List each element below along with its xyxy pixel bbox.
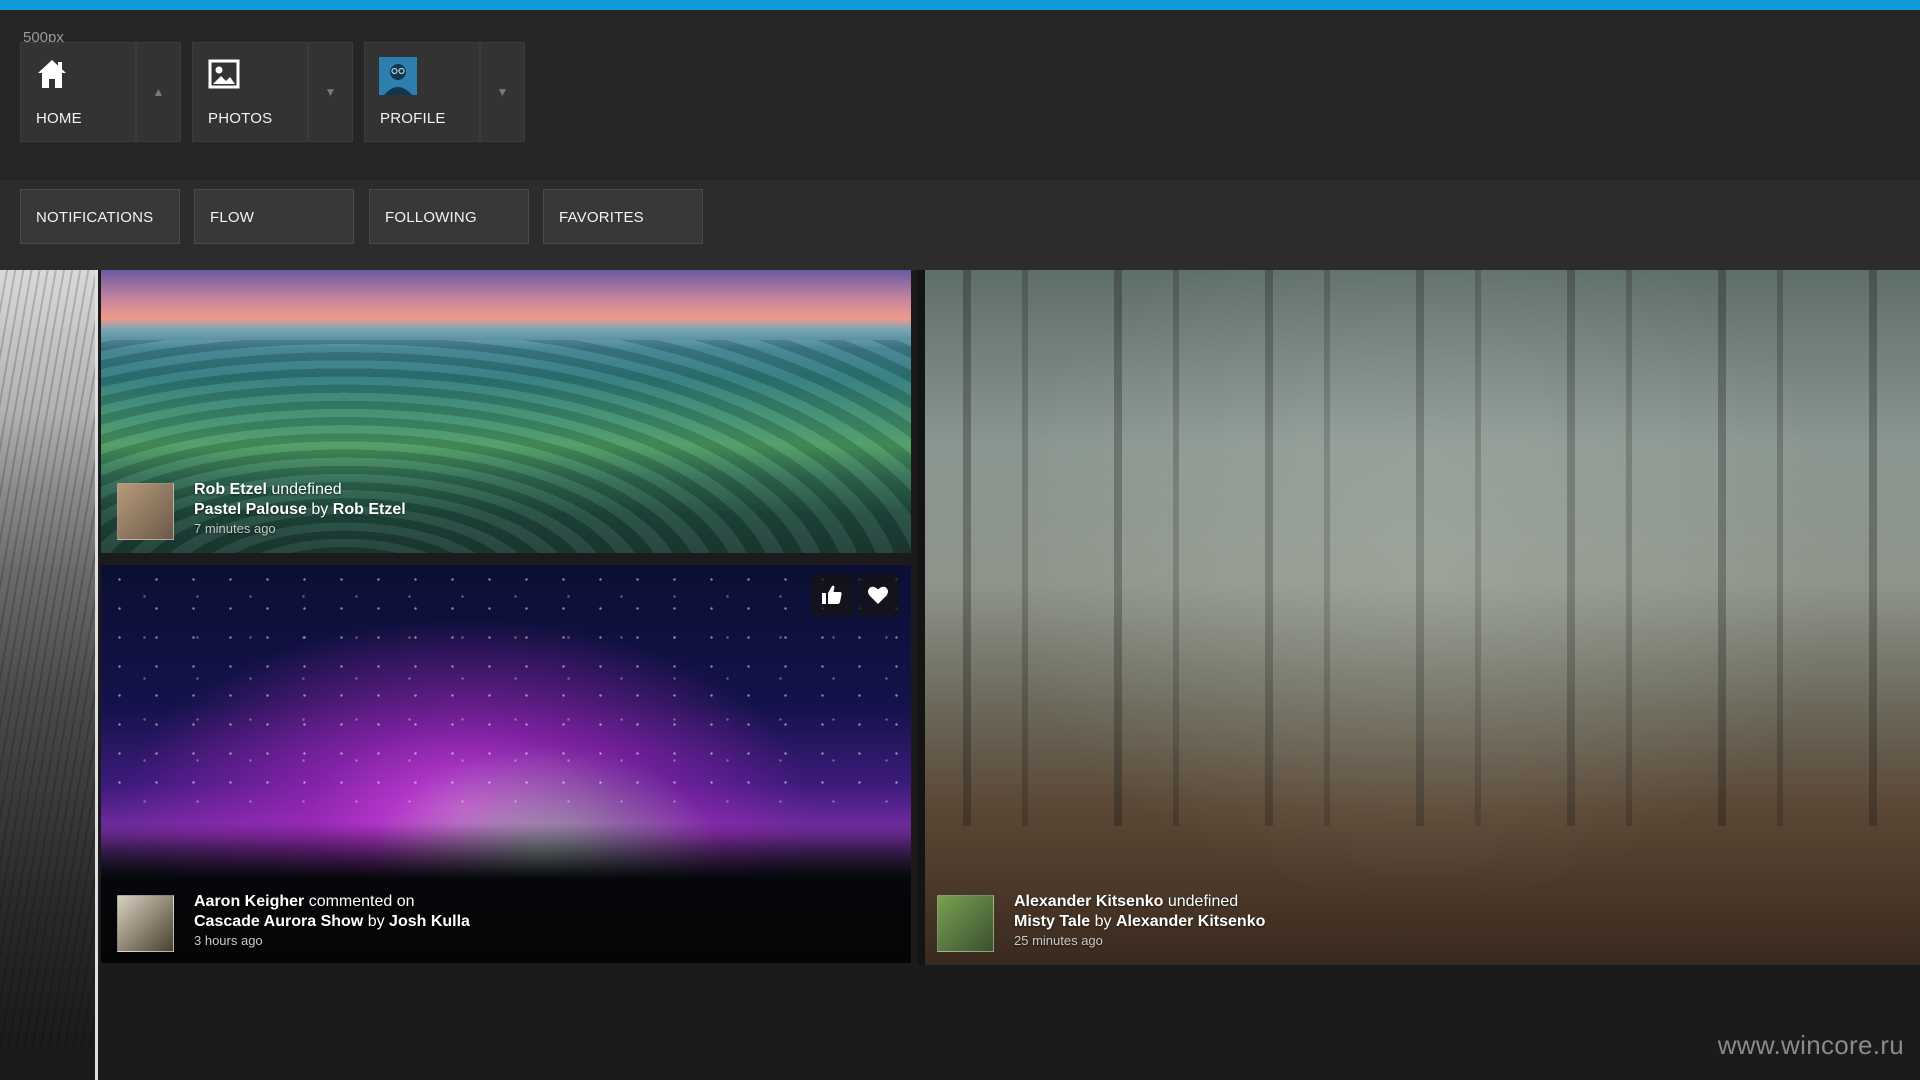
watermark: www.wincore.ru: [1717, 1030, 1904, 1060]
photo-title[interactable]: Cascade Aurora Show: [194, 913, 363, 930]
column-divider: [917, 270, 925, 965]
tab-label: FOLLOWING: [385, 209, 477, 226]
nav-button-home[interactable]: HOME: [20, 42, 136, 142]
nav-button-photos[interactable]: PHOTOS: [192, 42, 308, 142]
timestamp: 25 minutes ago: [1014, 933, 1103, 948]
avatar[interactable]: [117, 483, 174, 540]
chevron-down-icon: ▼: [324, 85, 337, 99]
by-text: by: [367, 913, 385, 930]
nav-label-photos: PHOTOS: [208, 110, 273, 127]
timestamp: 7 minutes ago: [194, 521, 276, 536]
accent-bar: [0, 0, 1920, 10]
tab-notifications[interactable]: NOTIFICATIONS: [20, 189, 180, 244]
like-button[interactable]: [811, 574, 853, 616]
like-icon: [822, 585, 842, 604]
favorite-heart-icon: [868, 586, 888, 604]
tab-label: NOTIFICATIONS: [36, 209, 154, 226]
photo-title[interactable]: Misty Tale: [1014, 913, 1090, 930]
home-icon: [38, 60, 66, 88]
tab-label: FLOW: [210, 209, 255, 226]
nav-button-profile[interactable]: PROFILE: [364, 42, 480, 142]
actor-name[interactable]: Alexander Kitsenko: [1014, 893, 1163, 910]
photo-title[interactable]: Pastel Palouse: [194, 501, 307, 518]
tab-flow[interactable]: FLOW: [194, 189, 354, 244]
tab-label: FAVORITES: [559, 209, 644, 226]
nav-caret-profile[interactable]: ▼: [480, 42, 525, 142]
avatar[interactable]: [937, 895, 994, 952]
actor-name[interactable]: Rob Etzel: [194, 481, 267, 498]
nav-label-profile: PROFILE: [380, 110, 446, 127]
timestamp: 3 hours ago: [194, 933, 263, 948]
tab-following[interactable]: FOLLOWING: [369, 189, 529, 244]
profile-avatar-icon: [379, 57, 417, 95]
action-text: commented on: [308, 893, 415, 910]
action-text: undefined: [271, 481, 342, 498]
photo-tile-partial[interactable]: [0, 270, 95, 1050]
author-name[interactable]: Rob Etzel: [333, 501, 406, 518]
favorite-button[interactable]: [857, 574, 899, 616]
photo-icon: [208, 59, 240, 89]
avatar[interactable]: [117, 895, 174, 952]
author-name[interactable]: Alexander Kitsenko: [1116, 913, 1265, 930]
by-text: by: [1094, 913, 1112, 930]
nav-caret-home[interactable]: ▲: [136, 42, 181, 142]
nav-label-home: HOME: [36, 110, 82, 127]
photo-tile-misty-tale[interactable]: [925, 270, 1920, 965]
nav-caret-photos[interactable]: ▼: [308, 42, 353, 142]
actor-name[interactable]: Aaron Keigher: [194, 893, 304, 910]
author-name[interactable]: Josh Kulla: [389, 913, 470, 930]
action-text: undefined: [1167, 893, 1239, 910]
chevron-down-icon: ▼: [496, 85, 509, 99]
chevron-up-icon: ▲: [152, 85, 165, 99]
tab-favorites[interactable]: FAVORITES: [543, 189, 703, 244]
tile-edge: [95, 270, 98, 1080]
by-text: by: [311, 501, 329, 518]
